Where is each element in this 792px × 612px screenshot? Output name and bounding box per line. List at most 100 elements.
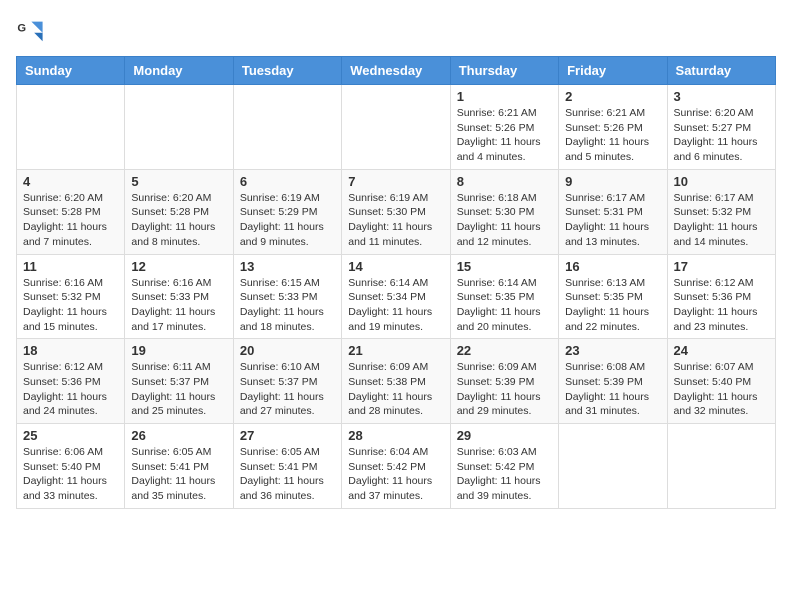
day-number: 27 <box>240 428 335 443</box>
calendar-cell <box>233 85 341 170</box>
calendar-cell: 20 Sunrise: 6:10 AMSunset: 5:37 PMDayligh… <box>233 339 341 424</box>
calendar-cell: 19 Sunrise: 6:11 AMSunset: 5:37 PMDayligh… <box>125 339 233 424</box>
day-info: Sunrise: 6:13 AMSunset: 5:35 PMDaylight:… <box>565 276 660 335</box>
calendar-cell: 13 Sunrise: 6:15 AMSunset: 5:33 PMDayligh… <box>233 254 341 339</box>
calendar-week-4: 18 Sunrise: 6:12 AMSunset: 5:36 PMDayligh… <box>17 339 776 424</box>
logo: G <box>16 16 48 44</box>
page-header: G <box>16 16 776 44</box>
weekday-header-monday: Monday <box>125 57 233 85</box>
calendar-cell: 14 Sunrise: 6:14 AMSunset: 5:34 PMDayligh… <box>342 254 450 339</box>
day-number: 9 <box>565 174 660 189</box>
day-info: Sunrise: 6:09 AMSunset: 5:38 PMDaylight:… <box>348 360 443 419</box>
calendar-cell: 4 Sunrise: 6:20 AMSunset: 5:28 PMDaylight… <box>17 169 125 254</box>
calendar-cell: 2 Sunrise: 6:21 AMSunset: 5:26 PMDaylight… <box>559 85 667 170</box>
calendar-cell: 26 Sunrise: 6:05 AMSunset: 5:41 PMDayligh… <box>125 424 233 509</box>
day-info: Sunrise: 6:08 AMSunset: 5:39 PMDaylight:… <box>565 360 660 419</box>
calendar-cell: 25Sunrise: 6:06 AMSunset: 5:40 PMDayligh… <box>17 424 125 509</box>
day-number: 4 <box>23 174 118 189</box>
calendar-cell: 28 Sunrise: 6:04 AMSunset: 5:42 PMDayligh… <box>342 424 450 509</box>
logo-icon: G <box>16 16 44 44</box>
calendar-header-row: SundayMondayTuesdayWednesdayThursdayFrid… <box>17 57 776 85</box>
calendar-cell: 6 Sunrise: 6:19 AMSunset: 5:29 PMDaylight… <box>233 169 341 254</box>
weekday-header-saturday: Saturday <box>667 57 775 85</box>
day-number: 19 <box>131 343 226 358</box>
calendar-cell <box>667 424 775 509</box>
day-info: Sunrise: 6:12 AMSunset: 5:36 PMDaylight:… <box>23 360 118 419</box>
calendar-cell <box>17 85 125 170</box>
calendar-cell: 15 Sunrise: 6:14 AMSunset: 5:35 PMDayligh… <box>450 254 558 339</box>
calendar-cell: 9 Sunrise: 6:17 AMSunset: 5:31 PMDaylight… <box>559 169 667 254</box>
day-number: 3 <box>674 89 769 104</box>
day-number: 6 <box>240 174 335 189</box>
calendar-cell: 16Sunrise: 6:13 AMSunset: 5:35 PMDayligh… <box>559 254 667 339</box>
calendar-cell: 24 Sunrise: 6:07 AMSunset: 5:40 PMDayligh… <box>667 339 775 424</box>
day-number: 26 <box>131 428 226 443</box>
weekday-header-tuesday: Tuesday <box>233 57 341 85</box>
calendar-week-1: 1 Sunrise: 6:21 AMSunset: 5:26 PMDaylight… <box>17 85 776 170</box>
calendar-cell: 11 Sunrise: 6:16 AMSunset: 5:32 PMDayligh… <box>17 254 125 339</box>
day-number: 7 <box>348 174 443 189</box>
day-number: 20 <box>240 343 335 358</box>
calendar-cell: 12 Sunrise: 6:16 AMSunset: 5:33 PMDayligh… <box>125 254 233 339</box>
day-info: Sunrise: 6:19 AMSunset: 5:30 PMDaylight:… <box>348 191 443 250</box>
day-number: 21 <box>348 343 443 358</box>
calendar-cell: 18 Sunrise: 6:12 AMSunset: 5:36 PMDayligh… <box>17 339 125 424</box>
calendar-cell: 3 Sunrise: 6:20 AMSunset: 5:27 PMDaylight… <box>667 85 775 170</box>
calendar-cell: 23Sunrise: 6:08 AMSunset: 5:39 PMDayligh… <box>559 339 667 424</box>
svg-text:G: G <box>17 22 26 34</box>
day-number: 24 <box>674 343 769 358</box>
day-number: 29 <box>457 428 552 443</box>
day-number: 5 <box>131 174 226 189</box>
day-info: Sunrise: 6:17 AMSunset: 5:31 PMDaylight:… <box>565 191 660 250</box>
day-info: Sunrise: 6:15 AMSunset: 5:33 PMDaylight:… <box>240 276 335 335</box>
day-info: Sunrise: 6:03 AMSunset: 5:42 PMDaylight:… <box>457 445 552 504</box>
calendar-cell <box>342 85 450 170</box>
calendar-week-3: 11 Sunrise: 6:16 AMSunset: 5:32 PMDayligh… <box>17 254 776 339</box>
calendar-cell: 10Sunrise: 6:17 AMSunset: 5:32 PMDayligh… <box>667 169 775 254</box>
calendar-week-2: 4 Sunrise: 6:20 AMSunset: 5:28 PMDaylight… <box>17 169 776 254</box>
day-number: 18 <box>23 343 118 358</box>
day-number: 1 <box>457 89 552 104</box>
day-info: Sunrise: 6:21 AMSunset: 5:26 PMDaylight:… <box>565 106 660 165</box>
day-info: Sunrise: 6:05 AMSunset: 5:41 PMDaylight:… <box>131 445 226 504</box>
day-number: 28 <box>348 428 443 443</box>
day-number: 22 <box>457 343 552 358</box>
calendar-cell: 27 Sunrise: 6:05 AMSunset: 5:41 PMDayligh… <box>233 424 341 509</box>
day-info: Sunrise: 6:17 AMSunset: 5:32 PMDaylight:… <box>674 191 769 250</box>
day-number: 13 <box>240 259 335 274</box>
calendar-cell: 8Sunrise: 6:18 AMSunset: 5:30 PMDaylight… <box>450 169 558 254</box>
day-number: 11 <box>23 259 118 274</box>
day-number: 8 <box>457 174 552 189</box>
day-info: Sunrise: 6:21 AMSunset: 5:26 PMDaylight:… <box>457 106 552 165</box>
day-info: Sunrise: 6:20 AMSunset: 5:27 PMDaylight:… <box>674 106 769 165</box>
day-info: Sunrise: 6:11 AMSunset: 5:37 PMDaylight:… <box>131 360 226 419</box>
day-number: 17 <box>674 259 769 274</box>
day-number: 2 <box>565 89 660 104</box>
day-info: Sunrise: 6:16 AMSunset: 5:32 PMDaylight:… <box>23 276 118 335</box>
day-info: Sunrise: 6:09 AMSunset: 5:39 PMDaylight:… <box>457 360 552 419</box>
day-info: Sunrise: 6:14 AMSunset: 5:34 PMDaylight:… <box>348 276 443 335</box>
weekday-header-wednesday: Wednesday <box>342 57 450 85</box>
calendar-table: SundayMondayTuesdayWednesdayThursdayFrid… <box>16 56 776 509</box>
calendar-cell: 5 Sunrise: 6:20 AMSunset: 5:28 PMDaylight… <box>125 169 233 254</box>
calendar-cell: 1 Sunrise: 6:21 AMSunset: 5:26 PMDaylight… <box>450 85 558 170</box>
calendar-cell: 22 Sunrise: 6:09 AMSunset: 5:39 PMDayligh… <box>450 339 558 424</box>
day-info: Sunrise: 6:10 AMSunset: 5:37 PMDaylight:… <box>240 360 335 419</box>
calendar-cell: 29 Sunrise: 6:03 AMSunset: 5:42 PMDayligh… <box>450 424 558 509</box>
day-info: Sunrise: 6:19 AMSunset: 5:29 PMDaylight:… <box>240 191 335 250</box>
day-info: Sunrise: 6:07 AMSunset: 5:40 PMDaylight:… <box>674 360 769 419</box>
day-info: Sunrise: 6:05 AMSunset: 5:41 PMDaylight:… <box>240 445 335 504</box>
weekday-header-sunday: Sunday <box>17 57 125 85</box>
day-number: 12 <box>131 259 226 274</box>
weekday-header-friday: Friday <box>559 57 667 85</box>
day-info: Sunrise: 6:14 AMSunset: 5:35 PMDaylight:… <box>457 276 552 335</box>
day-info: Sunrise: 6:20 AMSunset: 5:28 PMDaylight:… <box>23 191 118 250</box>
day-number: 15 <box>457 259 552 274</box>
calendar-cell <box>559 424 667 509</box>
calendar-cell: 7 Sunrise: 6:19 AMSunset: 5:30 PMDaylight… <box>342 169 450 254</box>
day-info: Sunrise: 6:04 AMSunset: 5:42 PMDaylight:… <box>348 445 443 504</box>
day-info: Sunrise: 6:16 AMSunset: 5:33 PMDaylight:… <box>131 276 226 335</box>
day-info: Sunrise: 6:20 AMSunset: 5:28 PMDaylight:… <box>131 191 226 250</box>
day-number: 14 <box>348 259 443 274</box>
calendar-week-5: 25Sunrise: 6:06 AMSunset: 5:40 PMDayligh… <box>17 424 776 509</box>
